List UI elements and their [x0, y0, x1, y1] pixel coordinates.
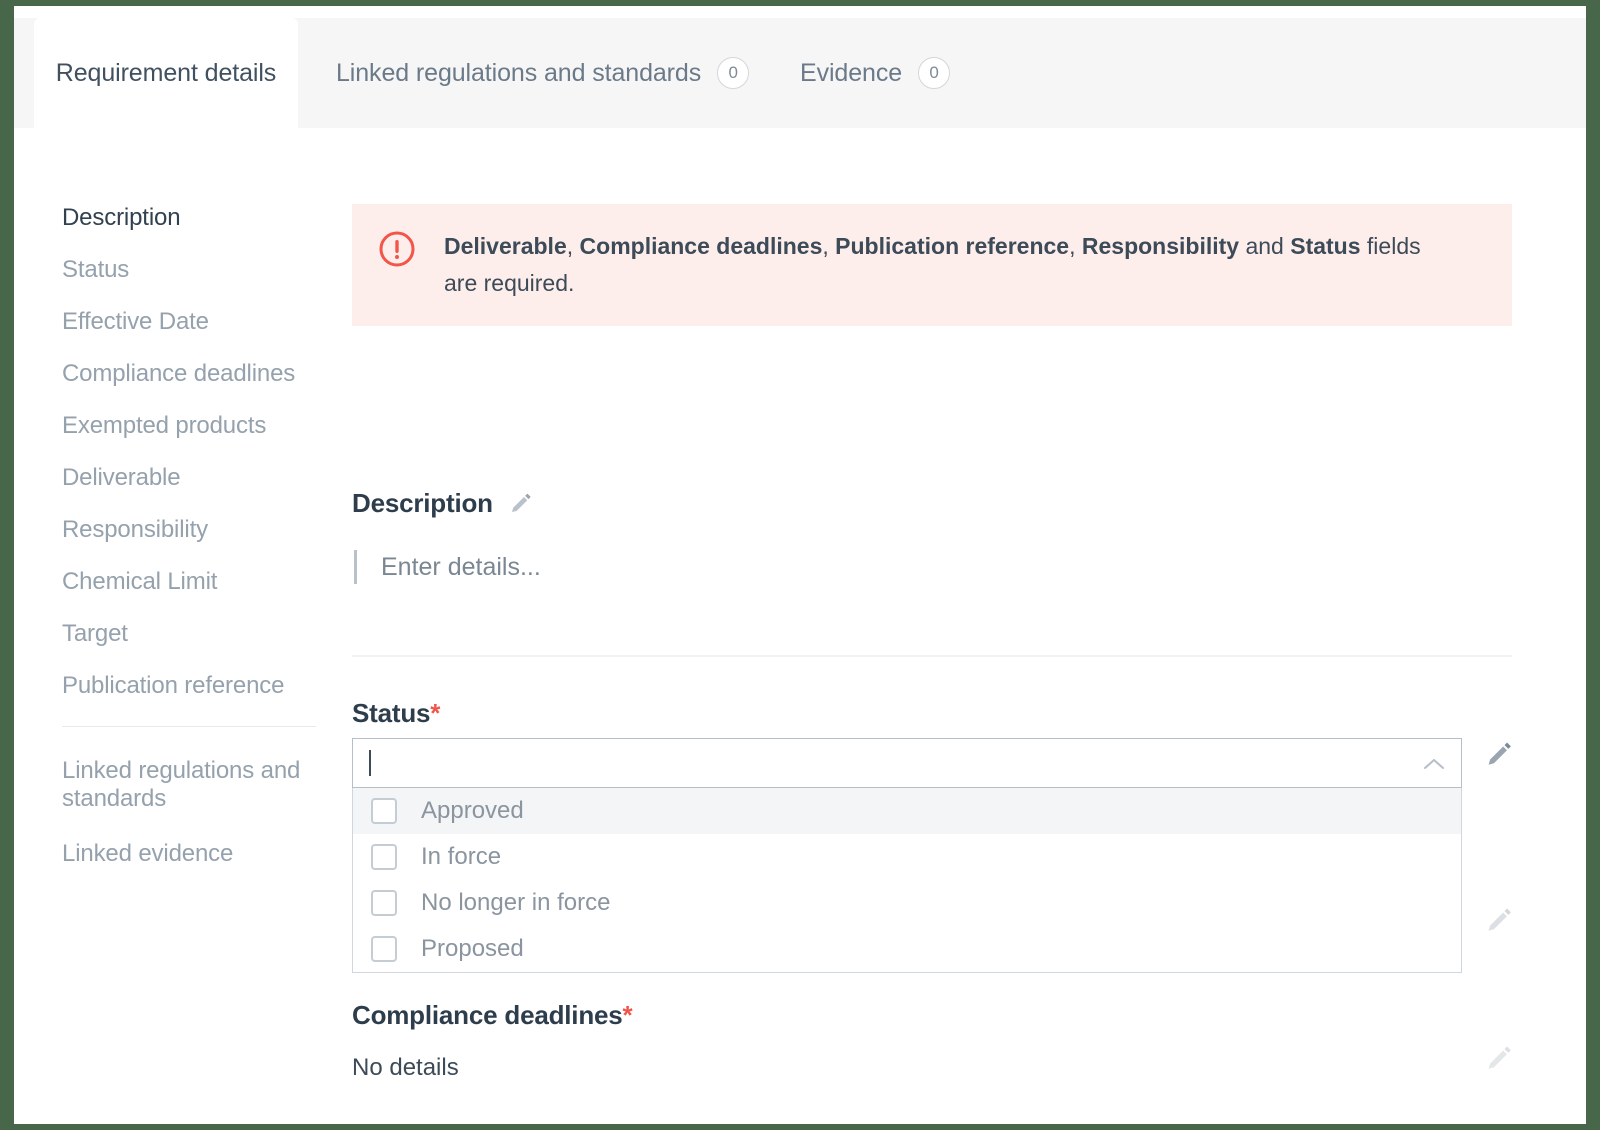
- exclamation-circle-icon: [378, 230, 416, 268]
- validation-alert-field: Deliverable: [444, 233, 567, 259]
- tab-badge-count: 0: [918, 57, 951, 89]
- dropdown-option-label: Proposed: [421, 935, 524, 962]
- sidebar-item-compliance-deadlines[interactable]: Compliance deadlines: [62, 362, 318, 386]
- sidebar-item-deliverable[interactable]: Deliverable: [62, 466, 318, 490]
- text-caret: [369, 750, 371, 776]
- sidebar-item-target[interactable]: Target: [62, 622, 318, 646]
- edit-status-pencil-icon[interactable]: [1484, 740, 1514, 775]
- edit-effective-date-pencil-icon[interactable]: [1484, 906, 1514, 941]
- description-heading-label: Description: [352, 488, 493, 518]
- status-combobox-input[interactable]: [352, 738, 1462, 788]
- description-placeholder-text: Enter details...: [381, 552, 541, 581]
- sidebar-item-chemical-limit[interactable]: Chemical Limit: [62, 570, 318, 594]
- checkbox-icon[interactable]: [371, 890, 397, 916]
- sidebar-divider: [62, 726, 316, 727]
- sidebar-item-linked-regulations-and-standards[interactable]: Linked regulations and standards: [62, 757, 318, 814]
- tab-label: Evidence: [800, 58, 903, 87]
- required-asterisk: *: [622, 1000, 633, 1030]
- validation-alert-field: Responsibility: [1081, 233, 1240, 259]
- section-divider: [352, 655, 1512, 657]
- compliance-deadlines-heading-label: Compliance deadlines: [352, 1000, 623, 1030]
- dropdown-option-approved[interactable]: Approved: [353, 788, 1461, 834]
- required-asterisk: *: [430, 698, 441, 728]
- content-panel: Description Status Effective Date Compli…: [14, 128, 1565, 1124]
- compliance-deadlines-value: No details: [352, 1054, 459, 1081]
- validation-alert-field: Publication reference: [835, 233, 1070, 259]
- compliance-deadlines-heading: Compliance deadlines *: [352, 1000, 633, 1031]
- tab-linked-regulations-and-standards[interactable]: Linked regulations and standards 0: [336, 18, 750, 128]
- chevron-up-icon[interactable]: [1421, 752, 1447, 781]
- sidebar-item-exempted-products[interactable]: Exempted products: [62, 414, 318, 438]
- tab-requirement-details[interactable]: Requirement details: [34, 18, 298, 128]
- sidebar-item-effective-date[interactable]: Effective Date: [62, 310, 318, 334]
- status-dropdown-list: Approved In force No longer in force Pro…: [352, 788, 1462, 973]
- dropdown-option-label: No longer in force: [421, 889, 611, 916]
- description-input[interactable]: Enter details...: [354, 550, 541, 584]
- checkbox-icon[interactable]: [371, 798, 397, 824]
- sidebar-item-linked-evidence[interactable]: Linked evidence: [62, 841, 318, 866]
- dropdown-option-proposed[interactable]: Proposed: [353, 926, 1461, 972]
- checkbox-icon[interactable]: [371, 936, 397, 962]
- tab-badge-count: 0: [717, 57, 750, 89]
- application-window: Requirement details Linked regulations a…: [14, 6, 1586, 1124]
- description-heading: Description: [352, 488, 533, 519]
- tab-label: Linked regulations and standards: [336, 58, 702, 87]
- dropdown-option-label: In force: [421, 843, 502, 870]
- tab-label: Requirement details: [55, 58, 277, 87]
- validation-alert: Deliverable, Compliance deadlines, Publi…: [352, 204, 1512, 326]
- status-heading-label: Status: [352, 698, 431, 728]
- dropdown-option-label: Approved: [421, 797, 524, 824]
- tab-evidence[interactable]: Evidence 0: [800, 18, 951, 128]
- checkbox-icon[interactable]: [371, 844, 397, 870]
- sidebar-item-status[interactable]: Status: [62, 258, 318, 282]
- dropdown-option-in-force[interactable]: In force: [353, 834, 1461, 880]
- text-caret: [354, 550, 357, 584]
- validation-alert-message: Deliverable, Compliance deadlines, Publi…: [444, 233, 1421, 296]
- tab-bar: Requirement details Linked regulations a…: [14, 18, 1586, 128]
- sidebar-item-description[interactable]: Description: [62, 206, 318, 230]
- dropdown-option-no-longer-in-force[interactable]: No longer in force: [353, 880, 1461, 926]
- validation-alert-field: Compliance deadlines: [579, 233, 823, 259]
- section-navigation: Description Status Effective Date Compli…: [62, 206, 318, 894]
- status-heading: Status *: [352, 698, 440, 729]
- pencil-icon[interactable]: [507, 491, 533, 517]
- sidebar-item-responsibility[interactable]: Responsibility: [62, 518, 318, 542]
- sidebar-item-publication-reference[interactable]: Publication reference: [62, 674, 318, 698]
- validation-alert-field: Status: [1290, 233, 1361, 259]
- edit-compliance-deadlines-pencil-icon[interactable]: [1484, 1044, 1514, 1079]
